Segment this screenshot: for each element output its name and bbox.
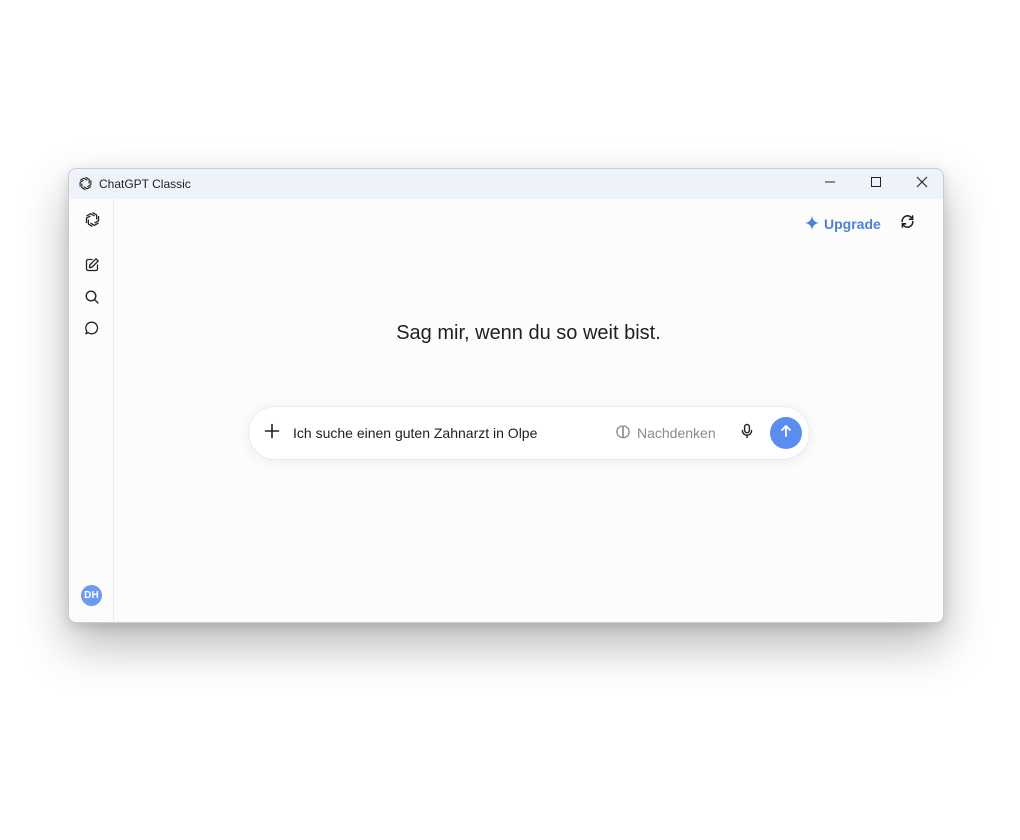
close-icon xyxy=(916,175,928,193)
microphone-icon xyxy=(739,423,755,444)
sidebar: DH xyxy=(69,199,114,622)
upgrade-label: Upgrade xyxy=(824,216,881,232)
home-logo-button[interactable] xyxy=(80,210,104,234)
search-button[interactable] xyxy=(80,287,104,311)
minimize-button[interactable] xyxy=(807,169,853,199)
composer: Nachdenken xyxy=(249,407,809,459)
send-button[interactable] xyxy=(770,417,802,449)
plus-icon xyxy=(264,423,280,444)
openai-logo-icon xyxy=(83,210,102,234)
minimize-icon xyxy=(824,175,836,193)
attach-button[interactable] xyxy=(261,422,283,444)
chat-bubble-icon xyxy=(84,320,100,341)
refresh-button[interactable] xyxy=(896,213,918,235)
app-window: ChatGPT Classic DH Upgrade Sag mir, wenn… xyxy=(68,168,944,623)
close-button[interactable] xyxy=(899,169,943,199)
maximize-button[interactable] xyxy=(853,169,899,199)
upgrade-button[interactable]: Upgrade xyxy=(804,214,881,234)
avatar[interactable]: DH xyxy=(81,585,102,606)
chats-button[interactable] xyxy=(80,318,104,342)
page-title: Sag mir, wenn du so weit bist. xyxy=(396,322,661,344)
maximize-icon xyxy=(870,175,882,193)
main-panel: Upgrade Sag mir, wenn du so weit bist. I… xyxy=(114,199,943,622)
think-button[interactable]: Nachdenken xyxy=(615,422,716,444)
openai-logo-icon xyxy=(77,175,94,192)
search-icon xyxy=(84,289,100,310)
sparkle-icon xyxy=(804,215,820,234)
edit-icon xyxy=(84,257,100,278)
brain-icon xyxy=(615,424,631,443)
refresh-icon xyxy=(899,213,916,235)
arrow-up-icon xyxy=(779,424,793,443)
think-label: Nachdenken xyxy=(637,425,716,441)
window-title: ChatGPT Classic xyxy=(99,177,191,191)
new-chat-button[interactable] xyxy=(80,255,104,279)
message-input[interactable] xyxy=(293,423,593,443)
title-bar[interactable]: ChatGPT Classic xyxy=(69,169,943,199)
voice-input-button[interactable] xyxy=(736,422,758,444)
